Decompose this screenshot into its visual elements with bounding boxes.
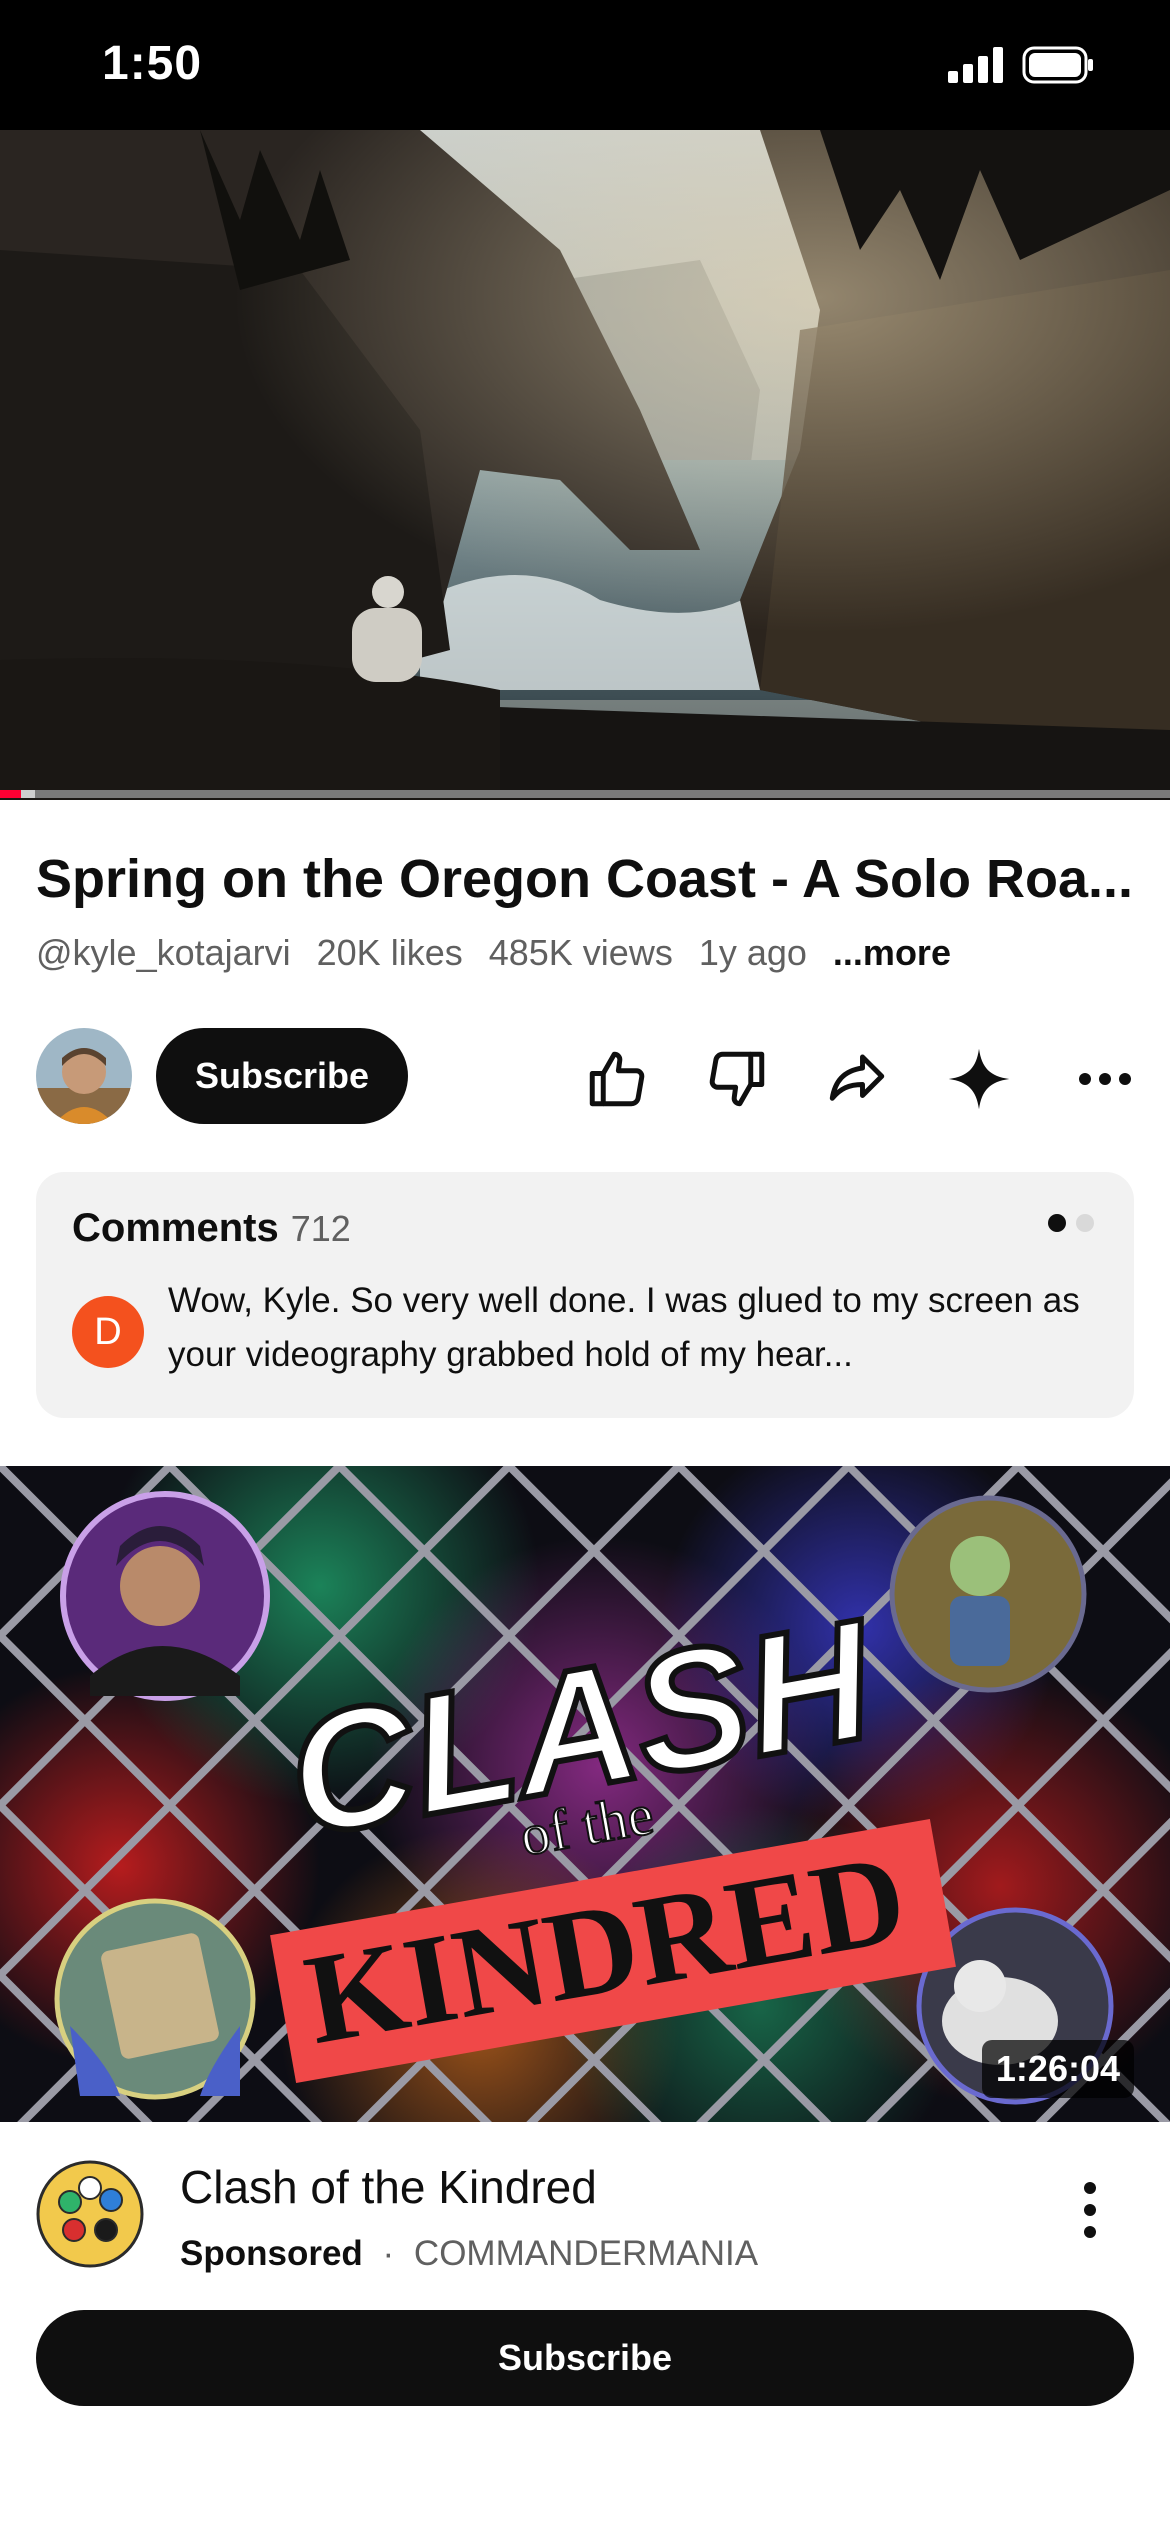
more-link[interactable]: ...more [833,932,951,974]
subscribe-button[interactable]: Subscribe [156,1028,408,1124]
ad-thumbnail[interactable]: CLASH of the KINDRED 1:26:04 [0,1466,1170,2122]
upload-age: 1y ago [698,932,807,973]
channel-row: Subscribe [36,1028,1146,1126]
kebab-dot [1084,2226,1096,2238]
ad-menu-button[interactable] [1070,2170,1110,2250]
progress-buffer [21,790,36,798]
sponsored-label: Sponsored [180,2234,363,2273]
kebab-dot [1084,2182,1096,2194]
comments-header: Comments 712 [72,1206,351,1251]
channel-avatar[interactable] [36,1028,132,1124]
ad-subscribe-button[interactable]: Subscribe [36,2310,1134,2406]
like-button[interactable] [582,1044,652,1114]
video-frame [0,130,1170,800]
comment-preview: Wow, Kyle. So very well done. I was glue… [168,1281,1080,1374]
progress-played [0,790,22,798]
ad-subtitle: Sponsored · COMMANDERMANIA [180,2234,758,2274]
progress-bar[interactable] [0,790,1170,798]
more-horizontal-icon [1079,1073,1131,1085]
channel-handle[interactable]: @kyle_kotajarvi [36,932,291,974]
carousel-dot-active [1048,1214,1066,1232]
video-title[interactable]: Spring on the Oregon Coast - A Solo Roa.… [36,848,1136,910]
ad-avatar-streamer-1 [60,1491,270,1701]
advertiser-avatar[interactable] [36,2160,144,2268]
video-duration: 1:26:04 [981,2040,1134,2098]
ad-avatar-streamer-2 [889,1495,1087,1693]
video-player[interactable] [0,130,1170,800]
more-actions-button[interactable] [1070,1044,1140,1114]
video-meta[interactable]: @kyle_kotajarvi 20K likes 485K views 1y … [36,932,951,974]
ad-avatar-streamer-3 [54,1898,256,2100]
dislike-button[interactable] [702,1044,772,1114]
comments-card[interactable]: Comments 712 D Wow, Kyle. So very well do… [36,1172,1134,1418]
carousel-dot [1076,1214,1094,1232]
status-time: 1:50 [102,37,203,90]
status-icons [948,46,1094,84]
view-count: 485K views [488,932,673,973]
share-icon [829,1054,885,1101]
separator: · [382,2234,395,2273]
sparkle-icon [948,1048,1010,1110]
ad-title[interactable]: Clash of the Kindred [180,2160,597,2214]
ask-ai-button[interactable] [944,1044,1014,1114]
comments-count: 712 [290,1208,351,1249]
commenter-avatar: D [72,1296,144,1368]
battery-icon [1022,46,1093,84]
carousel-dots [1048,1214,1094,1232]
share-button[interactable] [822,1044,892,1114]
dislike-icon [709,1051,765,1107]
kebab-dot [1084,2204,1096,2216]
comments-title: Comments [72,1206,279,1250]
status-bar: 1:50 [0,0,1170,130]
cellular-signal-icon [948,47,1003,83]
advertiser-name[interactable]: COMMANDERMANIA [414,2234,758,2273]
ad-thumbnail-art: CLASH of the KINDRED [0,1466,1170,2122]
like-icon [589,1051,645,1107]
ad-info-row[interactable]: Clash of the Kindred Sponsored · COMMAND… [0,2122,1170,2292]
like-count: 20K likes [316,932,463,973]
